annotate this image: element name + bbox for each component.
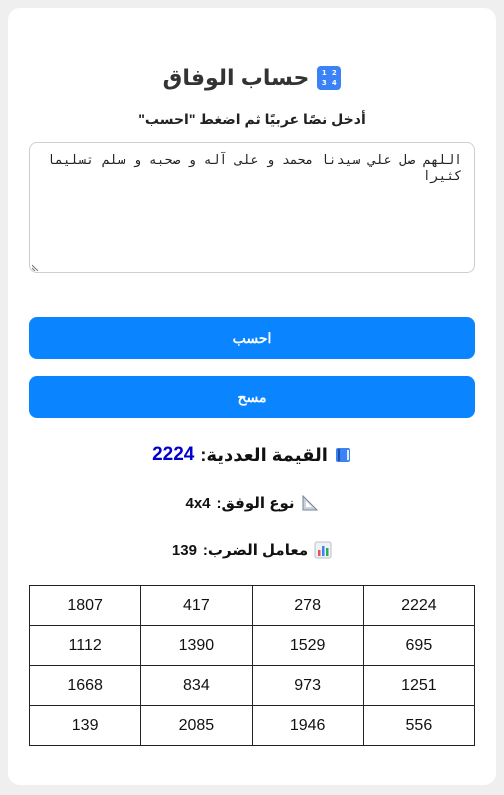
table-cell: 1251 bbox=[362, 665, 476, 706]
table-cell: 1668 bbox=[28, 665, 142, 706]
numbers-icon: 1234 bbox=[317, 66, 342, 90]
triangle-ruler-icon bbox=[301, 494, 319, 512]
multiplier-value: 139 bbox=[171, 541, 197, 559]
page-title: 1234 حساب الوفاق bbox=[8, 63, 496, 93]
bar-chart-icon bbox=[314, 541, 332, 559]
multiplier-result: معامل الضرب: 139 bbox=[8, 539, 496, 561]
multiplier-label: معامل الضرب: bbox=[202, 542, 309, 559]
page-title-text: حساب الوفاق bbox=[162, 65, 310, 90]
magic-square-table: 2224 278 417 1807 695 1529 1390 1112 1251 973 834 1… bbox=[28, 585, 476, 746]
table-cell: 834 bbox=[140, 665, 253, 706]
table-cell: 1807 bbox=[28, 585, 142, 626]
resize-handle-icon[interactable] bbox=[32, 263, 40, 271]
table-cell: 973 bbox=[251, 665, 364, 706]
calculate-button[interactable]: احسب bbox=[29, 317, 475, 359]
table-cell: 278 bbox=[251, 585, 364, 626]
table-row: 556 1946 2085 139 bbox=[28, 705, 476, 746]
table-cell: 139 bbox=[28, 705, 142, 746]
table-cell: 1946 bbox=[251, 705, 364, 746]
table-cell: 1529 bbox=[251, 625, 364, 666]
numeric-value: 2224 bbox=[152, 444, 195, 465]
arabic-text-input[interactable]: اللهم صل علي سيدنا محمد و على آله و صحبه… bbox=[29, 142, 475, 273]
clear-button[interactable]: مسح bbox=[29, 376, 475, 418]
numeric-value-label: القيمة العددية: bbox=[200, 444, 328, 465]
table-cell: 556 bbox=[362, 705, 476, 746]
book-icon bbox=[334, 446, 352, 464]
table-cell: 417 bbox=[140, 585, 253, 626]
table-cell: 1390 bbox=[140, 625, 253, 666]
table-row: 695 1529 1390 1112 bbox=[28, 625, 476, 666]
table-cell: 695 bbox=[362, 625, 476, 666]
table-row: 1251 973 834 1668 bbox=[28, 665, 476, 706]
calculator-card: 1234 حساب الوفاق أدخل نصًا عربيًا ثم اضغ… bbox=[8, 8, 496, 785]
table-row: 2224 278 417 1807 bbox=[28, 585, 476, 626]
table-cell: 1112 bbox=[28, 625, 142, 666]
square-type-value: 4x4 bbox=[185, 494, 211, 512]
instruction-text: أدخل نصًا عربيًا ثم اضغط "احسب" bbox=[138, 111, 366, 127]
square-type-label: نوع الوفق: bbox=[216, 495, 295, 512]
table-cell: 2224 bbox=[362, 585, 476, 626]
square-type-result: نوع الوفق: 4x4 bbox=[8, 492, 496, 514]
numeric-value-result: القيمة العددية: 2224 bbox=[8, 442, 496, 468]
table-cell: 2085 bbox=[140, 705, 253, 746]
